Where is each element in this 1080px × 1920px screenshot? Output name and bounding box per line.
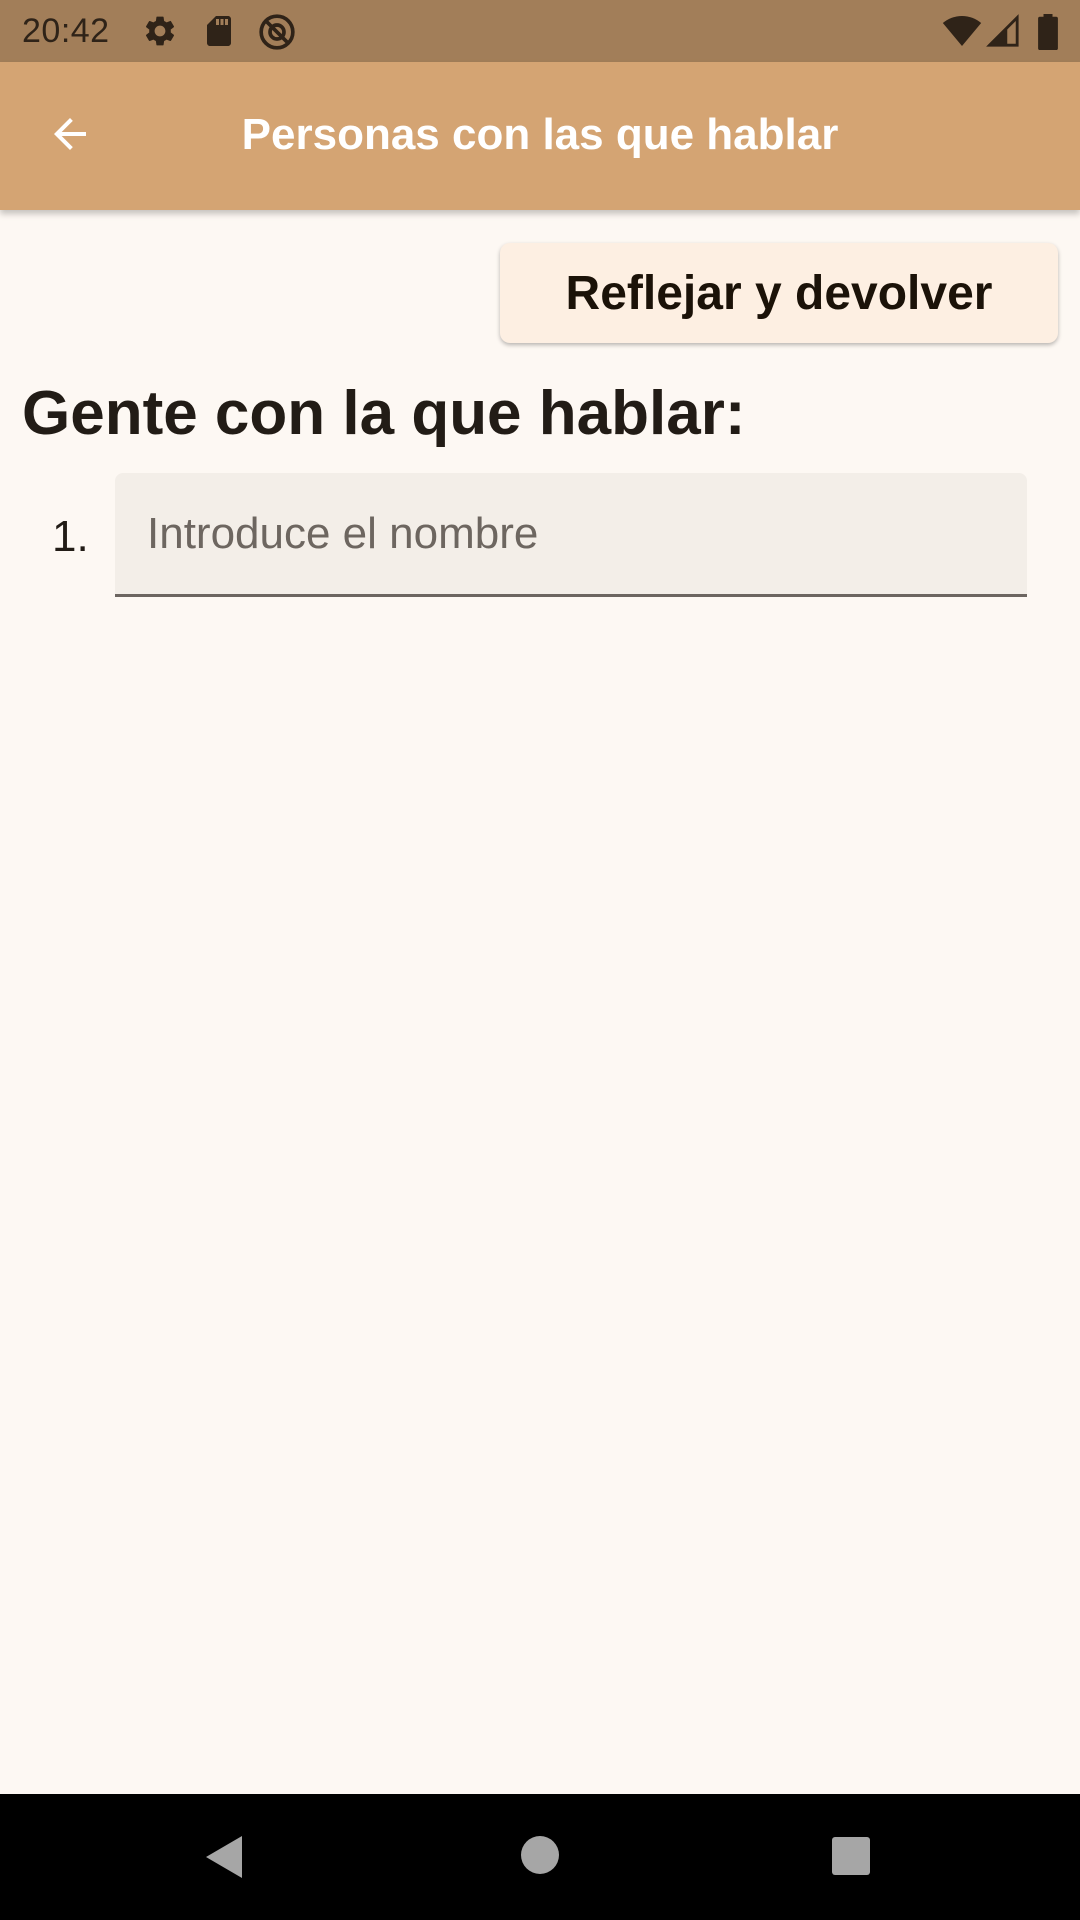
page-title: Personas con las que hablar [241,110,839,159]
app-bar: Personas con las que hablar [0,62,1080,210]
navigation-bar [0,1794,1080,1920]
gear-icon [142,13,178,54]
reflect-and-return-button[interactable]: Reflejar y devolver [500,243,1058,343]
do-not-disturb-icon [257,12,297,57]
name-input[interactable] [115,473,1027,594]
wifi-icon [942,14,982,53]
sd-card-icon [201,13,237,54]
status-time: 20:42 [22,12,110,50]
name-field[interactable] [115,473,1027,597]
home-circle-icon[interactable] [520,1835,560,1880]
list-item-number: 1. [52,512,89,561]
battery-icon [1036,14,1060,55]
status-bar: 20:42 [0,0,1080,62]
signal-icon [986,14,1020,53]
back-triangle-icon[interactable] [204,1834,244,1885]
section-heading: Gente con la que hablar: [22,379,746,448]
recents-square-icon[interactable] [831,1836,871,1881]
